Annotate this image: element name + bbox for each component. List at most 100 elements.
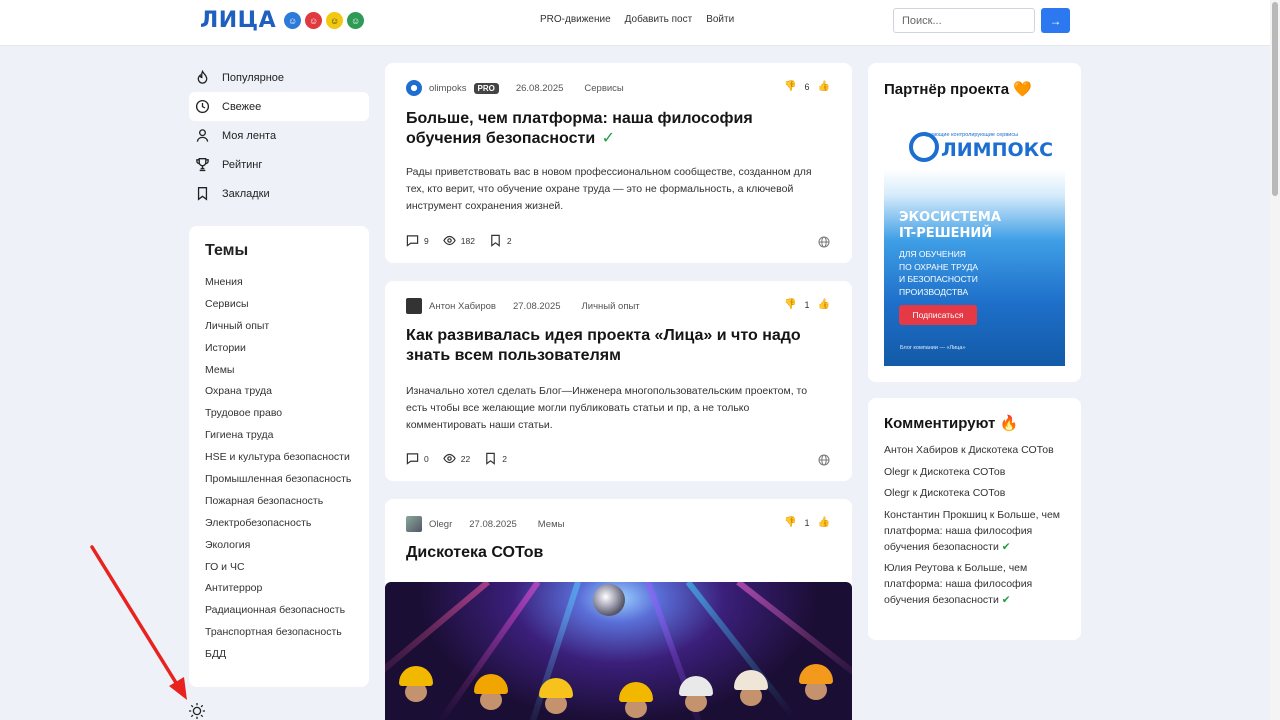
post-author[interactable]: Olegr xyxy=(429,519,452,530)
avatar[interactable] xyxy=(406,80,422,96)
ad-headline-line: ЭКОСИСТЕМА xyxy=(899,210,1001,225)
partner-ad-banner[interactable]: обучающие контролирующие сервисы ЛИМПОКС… xyxy=(884,114,1065,366)
sidebar-item-label: Моя лента xyxy=(222,129,277,142)
sidebar-item-label: Закладки xyxy=(222,187,270,200)
comments-stat[interactable]: 9 xyxy=(406,234,429,247)
nav-login[interactable]: Войти xyxy=(706,14,734,25)
sidebar-item-popular[interactable]: Популярное xyxy=(189,63,369,92)
bookmarks-count: 2 xyxy=(506,235,512,246)
comment-item[interactable]: Olegr к Дискотека СОТов xyxy=(884,464,1065,480)
themes-panel: Темы Мнения Сервисы Личный опыт Истории … xyxy=(189,226,369,687)
bookmarks-count: 2 xyxy=(502,453,507,464)
eye-icon xyxy=(442,453,456,464)
theme-item[interactable]: Радиационная безопасность xyxy=(205,600,353,622)
thumb-down-icon[interactable]: 👎 xyxy=(784,299,796,310)
post-card[interactable]: olimpoks PRO 26.08.2025 Сервисы 👎 6 👍 Бо… xyxy=(385,63,852,263)
theme-item[interactable]: БДД xyxy=(205,644,353,666)
globe-icon[interactable] xyxy=(818,454,830,466)
vote-count: 1 xyxy=(804,299,810,310)
ad-subscribe-button[interactable]: Подписаться xyxy=(899,305,977,325)
comment-item[interactable]: Константин Прокшиц к Больше, чем платфор… xyxy=(884,507,1065,555)
search-input[interactable] xyxy=(893,8,1035,33)
theme-item[interactable]: HSE и культура безопасности xyxy=(205,447,353,469)
partner-widget: Партнёр проекта 🧡 обучающие контролирующ… xyxy=(868,63,1081,382)
eye-icon xyxy=(442,235,456,246)
post-card[interactable]: Антон Хабиров 27.08.2025 Личный опыт 👎 1… xyxy=(385,281,852,481)
theme-item[interactable]: Пожарная безопасность xyxy=(205,491,353,513)
logo-text: ЛИЦА xyxy=(200,8,277,33)
bookmarks-stat[interactable]: 2 xyxy=(484,452,507,465)
post-category[interactable]: Мемы xyxy=(538,519,565,530)
theme-item[interactable]: Мнения xyxy=(205,272,353,294)
avatar[interactable] xyxy=(406,298,422,314)
thumb-down-icon[interactable]: 👎 xyxy=(784,81,796,92)
theme-toggle-sun-icon[interactable] xyxy=(188,702,206,720)
post-title[interactable]: Как развивалась идея проекта «Лица» и чт… xyxy=(406,326,826,366)
theme-item[interactable]: Истории xyxy=(205,338,353,360)
post-votes: 👎 1 👍 xyxy=(784,299,830,310)
theme-item[interactable]: Охрана труда xyxy=(205,381,353,403)
theme-item[interactable]: Сервисы xyxy=(205,294,353,316)
thumb-down-icon[interactable]: 👎 xyxy=(784,517,796,528)
views-count: 182 xyxy=(460,235,475,246)
sidebar-item-label: Популярное xyxy=(222,71,285,84)
verified-check-icon: ✔ xyxy=(1001,540,1011,553)
nav-add-post[interactable]: Добавить пост xyxy=(625,14,693,25)
post-title[interactable]: Дискотека СОТов xyxy=(406,543,826,563)
ad-headline-line: IT-РЕШЕНИЙ xyxy=(899,226,993,241)
thumb-up-icon[interactable]: 👍 xyxy=(818,81,830,92)
post-title[interactable]: Больше, чем платформа: наша философия об… xyxy=(406,109,826,149)
theme-item[interactable]: Транспортная безопасность xyxy=(205,622,353,644)
sidebar-item-bookmarks[interactable]: Закладки xyxy=(189,179,369,208)
nav-pro-movement[interactable]: PRO-движение xyxy=(540,14,611,25)
post-category[interactable]: Личный опыт xyxy=(582,301,640,312)
logo-face-yellow-icon: ☺ xyxy=(326,12,344,29)
comments-count: 9 xyxy=(424,235,429,246)
post-excerpt: Рады приветствовать вас в новом професси… xyxy=(406,166,812,212)
theme-item[interactable]: Экология xyxy=(205,535,353,557)
hard-hat xyxy=(734,670,768,690)
theme-item[interactable]: Антитеррор xyxy=(205,578,353,600)
post-image[interactable] xyxy=(385,582,852,720)
post-author[interactable]: olimpoks xyxy=(429,83,467,94)
hard-hat xyxy=(399,666,433,686)
ad-sub-line: ПО ОХРАНЕ ТРУДА xyxy=(899,261,979,272)
post-author[interactable]: Антон Хабиров xyxy=(429,301,496,312)
site-logo[interactable]: ЛИЦА ☺ ☺ ☺ ☺ xyxy=(200,8,365,33)
sidebar-item-fresh[interactable]: Свежее xyxy=(189,92,369,121)
theme-item[interactable]: Личный опыт xyxy=(205,316,353,338)
sidebar-item-label: Рейтинг xyxy=(222,158,263,171)
comment-item[interactable]: Юлия Реутова к Больше, чем платформа: на… xyxy=(884,560,1065,608)
bookmarks-stat[interactable]: 2 xyxy=(489,234,512,247)
user-icon xyxy=(196,129,209,142)
thumb-up-icon[interactable]: 👍 xyxy=(818,299,830,310)
post-stats: 0 22 2 xyxy=(406,452,521,465)
comment-icon xyxy=(406,235,419,247)
post-card[interactable]: Olegr 27.08.2025 Мемы 👎 1 👍 Дискотека СО… xyxy=(385,499,852,720)
theme-item[interactable]: Гигиена труда xyxy=(205,425,353,447)
avatar[interactable] xyxy=(406,516,422,532)
page-scrollbar[interactable] xyxy=(1270,0,1280,720)
hard-hat xyxy=(799,664,833,684)
fire-icon xyxy=(197,70,208,84)
search-submit-button[interactable]: → xyxy=(1041,8,1070,33)
ad-sub-line: ДЛЯ ОБУЧЕНИЯ xyxy=(899,249,966,259)
theme-item[interactable]: ГО и ЧС xyxy=(205,557,353,579)
theme-item[interactable]: Мемы xyxy=(205,360,353,382)
sidebar-item-my-feed[interactable]: Моя лента xyxy=(189,121,369,150)
views-stat: 22 xyxy=(442,452,470,465)
theme-item[interactable]: Электробезопасность xyxy=(205,513,353,535)
comment-item[interactable]: Olegr к Дискотека СОТов xyxy=(884,485,1065,501)
comments-stat[interactable]: 0 xyxy=(406,452,429,465)
theme-item[interactable]: Промышленная безопасность xyxy=(205,469,353,491)
sidebar-item-rating[interactable]: Рейтинг xyxy=(189,150,369,179)
comment-item[interactable]: Антон Хабиров к Дискотека СОТов xyxy=(884,442,1065,458)
globe-icon[interactable] xyxy=(818,236,830,248)
scrollbar-thumb[interactable] xyxy=(1272,2,1278,196)
logo-face-blue-icon: ☺ xyxy=(284,12,302,29)
thumb-up-icon[interactable]: 👍 xyxy=(818,517,830,528)
theme-item[interactable]: Трудовое право xyxy=(205,403,353,425)
post-category[interactable]: Сервисы xyxy=(584,83,623,94)
vote-count: 1 xyxy=(804,517,810,528)
post-meta: Olegr 27.08.2025 Мемы xyxy=(406,516,564,532)
